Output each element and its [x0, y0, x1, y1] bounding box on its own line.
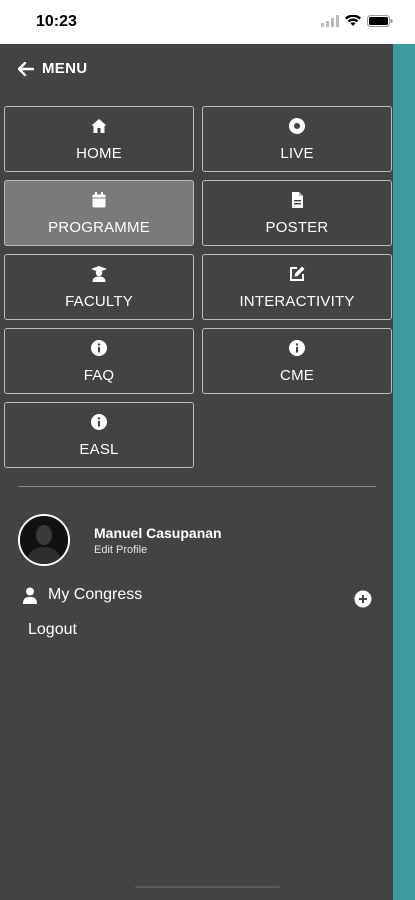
add-circle-icon[interactable]	[354, 590, 372, 608]
tile-home[interactable]: HOME	[4, 106, 194, 172]
menu-tile-grid: HOME LIVE PROGRAMME POSTER FACULTY INTER…	[4, 106, 392, 468]
my-congress-link[interactable]: My Congress	[22, 586, 142, 604]
home-icon	[91, 118, 107, 133]
document-icon	[292, 191, 303, 208]
tile-faculty[interactable]: FACULTY	[4, 254, 194, 320]
profile-name: Manuel Casupanan	[94, 524, 222, 541]
home-indicator	[135, 886, 280, 888]
profile-section[interactable]: Manuel Casupanan Edit Profile	[18, 514, 222, 566]
tile-live[interactable]: LIVE	[202, 106, 392, 172]
user-silhouette-icon	[20, 516, 68, 564]
tile-poster-label: POSTER	[265, 218, 329, 236]
status-icons	[321, 15, 393, 27]
tile-easl[interactable]: EASL	[4, 402, 194, 468]
edit-profile-link[interactable]: Edit Profile	[94, 544, 222, 556]
info-icon	[289, 339, 305, 356]
tile-programme[interactable]: PROGRAMME	[4, 180, 194, 246]
live-icon	[289, 117, 305, 134]
faculty-icon	[91, 265, 107, 282]
menu-divider	[18, 486, 376, 487]
menu-back-button[interactable]: MENU	[18, 60, 87, 77]
wifi-icon	[345, 15, 361, 26]
info-icon	[91, 413, 107, 430]
battery-icon	[367, 15, 393, 27]
background-content-strip[interactable]	[393, 44, 415, 900]
status-bar: 10:23	[0, 0, 415, 44]
tile-home-label: HOME	[76, 144, 122, 162]
tile-faq[interactable]: FAQ	[4, 328, 194, 394]
tile-programme-label: PROGRAMME	[48, 218, 150, 236]
user-icon	[23, 587, 37, 604]
logout-link[interactable]: Logout	[28, 621, 77, 639]
signal-icon	[321, 15, 339, 27]
calendar-icon	[92, 191, 106, 207]
menu-title: MENU	[42, 60, 88, 77]
profile-text: Manuel Casupanan Edit Profile	[94, 525, 222, 556]
avatar[interactable]	[18, 514, 70, 566]
edit-icon	[290, 266, 305, 281]
side-menu-drawer: MENU HOME LIVE PROGRAMME POSTER FACULTY …	[0, 44, 393, 900]
my-congress-label: My Congress	[48, 586, 143, 603]
status-time: 10:23	[36, 13, 77, 30]
arrow-left-icon	[18, 61, 34, 76]
tile-interactivity[interactable]: INTERACTIVITY	[202, 254, 392, 320]
tile-cme[interactable]: CME	[202, 328, 392, 394]
tile-easl-label: EASL	[79, 440, 119, 458]
tile-interactivity-label: INTERACTIVITY	[239, 292, 355, 310]
tile-faculty-label: FACULTY	[65, 292, 133, 310]
tile-cme-label: CME	[280, 366, 314, 384]
tile-live-label: LIVE	[280, 144, 314, 162]
tile-poster[interactable]: POSTER	[202, 180, 392, 246]
tile-faq-label: FAQ	[83, 366, 115, 384]
info-icon	[91, 339, 107, 356]
